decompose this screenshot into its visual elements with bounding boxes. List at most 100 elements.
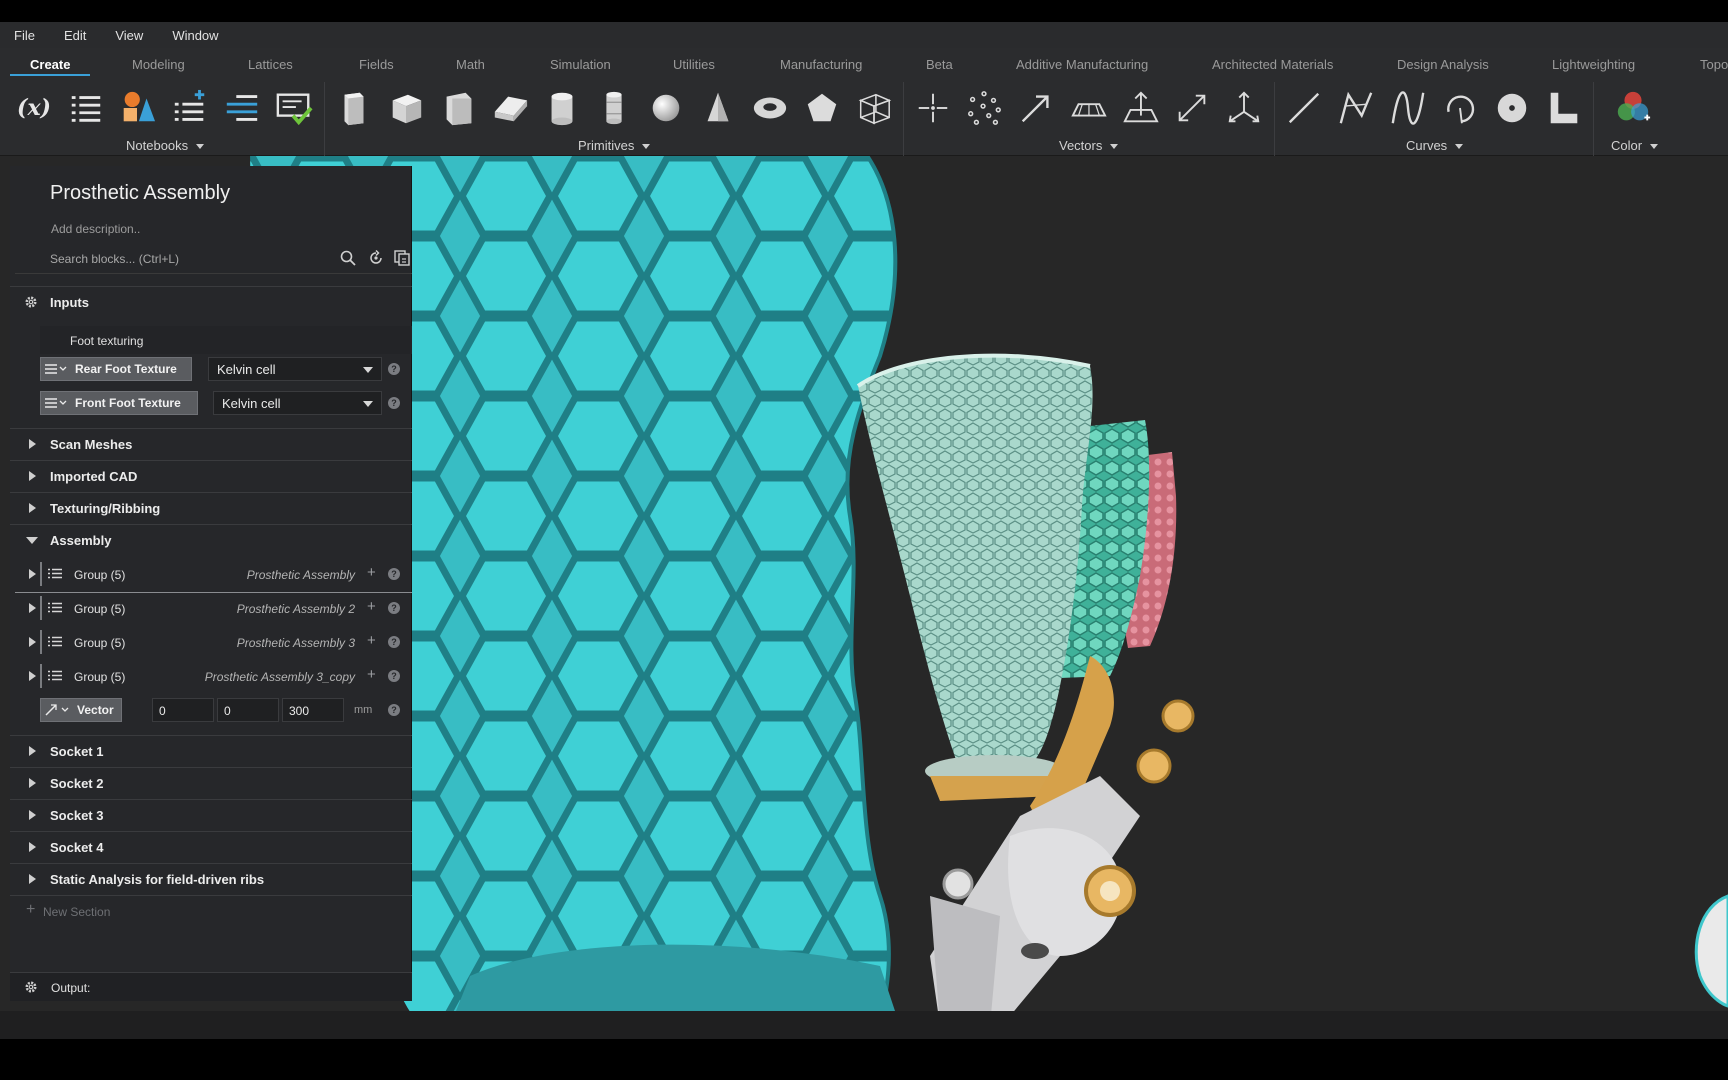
- tab-additive-manufacturing[interactable]: Additive Manufacturing: [1016, 57, 1148, 72]
- menu-window[interactable]: Window: [172, 28, 218, 43]
- wireframe-box-tool[interactable]: [854, 88, 894, 128]
- help-icon[interactable]: ?: [388, 363, 400, 375]
- insert-list-tool[interactable]: [222, 88, 262, 128]
- add-icon[interactable]: +: [367, 666, 376, 683]
- plane-normal-tool[interactable]: [1120, 88, 1160, 128]
- chevron-right-icon[interactable]: [29, 671, 36, 681]
- notebook-title[interactable]: Prosthetic Assembly: [50, 182, 230, 205]
- help-icon[interactable]: ?: [388, 602, 400, 614]
- tab-lightweighting[interactable]: Lightweighting: [1552, 57, 1635, 72]
- box-tall-tool[interactable]: [334, 88, 374, 128]
- tab-fields[interactable]: Fields: [359, 57, 394, 72]
- curves-group-label[interactable]: Curves: [1406, 138, 1464, 153]
- assembly-group-row[interactable]: Group (5) Prosthetic Assembly 3 + ?: [10, 626, 412, 658]
- frame-tool[interactable]: [1224, 88, 1264, 128]
- tab-simulation[interactable]: Simulation: [550, 57, 611, 72]
- menu-edit[interactable]: Edit: [64, 28, 86, 43]
- refresh-icon[interactable]: [368, 250, 384, 266]
- circle-tool[interactable]: [1492, 88, 1532, 128]
- assembly-group-row[interactable]: Group (5) Prosthetic Assembly + ?: [10, 558, 412, 590]
- rear-foot-texture-chip[interactable]: Rear Foot Texture: [40, 357, 192, 381]
- add-icon[interactable]: +: [367, 598, 376, 615]
- chevron-right-icon[interactable]: [29, 569, 36, 579]
- tab-manufacturing[interactable]: Manufacturing: [780, 57, 862, 72]
- copy-icon[interactable]: [394, 250, 410, 266]
- list-tool[interactable]: [66, 88, 106, 128]
- search-input[interactable]: Search blocks... (Ctrl+L): [50, 252, 179, 266]
- variable-tool[interactable]: (x): [14, 88, 54, 128]
- notebook-description[interactable]: Add description..: [51, 222, 140, 236]
- add-icon[interactable]: +: [367, 564, 376, 581]
- vector-x-input[interactable]: 0: [152, 698, 214, 722]
- tab-math[interactable]: Math: [456, 57, 485, 72]
- chevron-right-icon[interactable]: [29, 637, 36, 647]
- point-tool[interactable]: [913, 88, 953, 128]
- shapes-tool[interactable]: [117, 88, 157, 128]
- tab-beta[interactable]: Beta: [926, 57, 953, 72]
- tab-create[interactable]: Create: [30, 57, 70, 72]
- gear-icon[interactable]: [24, 980, 38, 994]
- polyline-tool[interactable]: [1336, 88, 1376, 128]
- arc-tool[interactable]: [1440, 88, 1480, 128]
- plane-tool[interactable]: [1068, 88, 1108, 128]
- slab-tool[interactable]: [490, 88, 530, 128]
- help-icon[interactable]: ?: [388, 704, 400, 716]
- vector-y-input[interactable]: 0: [217, 698, 279, 722]
- color-tool[interactable]: [1613, 88, 1653, 128]
- section-static-analysis[interactable]: Static Analysis for field-driven ribs: [10, 863, 412, 893]
- line-tool[interactable]: [1284, 88, 1324, 128]
- line-segment-tool[interactable]: [1172, 88, 1212, 128]
- new-section-button[interactable]: + New Section: [10, 895, 412, 927]
- torus-tool[interactable]: [750, 88, 790, 128]
- section-socket-2[interactable]: Socket 2: [10, 767, 412, 797]
- help-icon[interactable]: ?: [388, 568, 400, 580]
- rear-foot-texture-select[interactable]: Kelvin cell: [208, 357, 382, 381]
- section-imported-cad[interactable]: Imported CAD: [10, 460, 412, 490]
- vectors-group-label[interactable]: Vectors: [1059, 138, 1119, 153]
- chevron-right-icon[interactable]: [29, 603, 36, 613]
- section-socket-1[interactable]: Socket 1: [10, 735, 412, 765]
- search-icon[interactable]: [340, 250, 356, 266]
- capped-cylinder-tool[interactable]: [594, 88, 634, 128]
- notebooks-group-label[interactable]: Notebooks: [126, 138, 205, 153]
- sphere-tool[interactable]: [646, 88, 686, 128]
- cylinder-tool[interactable]: [542, 88, 582, 128]
- prism-tool[interactable]: [438, 88, 478, 128]
- section-inputs[interactable]: Inputs: [10, 286, 412, 316]
- tab-design-analysis[interactable]: Design Analysis: [1397, 57, 1489, 72]
- vector-tool[interactable]: [1016, 88, 1056, 128]
- section-socket-4[interactable]: Socket 4: [10, 831, 412, 861]
- front-foot-texture-chip[interactable]: Front Foot Texture: [40, 391, 198, 415]
- section-texturing-ribbing[interactable]: Texturing/Ribbing: [10, 492, 412, 522]
- help-icon[interactable]: ?: [388, 636, 400, 648]
- tab-lattices[interactable]: Lattices: [248, 57, 293, 72]
- point-cloud-tool[interactable]: [964, 88, 1004, 128]
- vector-chip[interactable]: Vector: [40, 698, 122, 722]
- tab-modeling[interactable]: Modeling: [132, 57, 185, 72]
- vector-z-input[interactable]: 300: [282, 698, 344, 722]
- notebook-check-tool[interactable]: [274, 88, 314, 128]
- section-assembly[interactable]: Assembly: [10, 524, 412, 554]
- help-icon[interactable]: ?: [388, 397, 400, 409]
- profile-tool[interactable]: [1544, 88, 1584, 128]
- assembly-group-row[interactable]: Group (5) Prosthetic Assembly 2 + ?: [10, 592, 412, 624]
- pentagon-tool[interactable]: [802, 88, 842, 128]
- primitives-group-label[interactable]: Primitives: [578, 138, 651, 153]
- front-foot-texture-select[interactable]: Kelvin cell: [213, 391, 382, 415]
- tab-topo[interactable]: Topo: [1700, 57, 1728, 72]
- tab-utilities[interactable]: Utilities: [673, 57, 715, 72]
- color-group-label[interactable]: Color: [1611, 138, 1659, 153]
- add-list-tool[interactable]: [170, 88, 210, 128]
- menu-file[interactable]: File: [14, 28, 35, 43]
- help-icon[interactable]: ?: [388, 670, 400, 682]
- tab-architected-materials[interactable]: Architected Materials: [1212, 57, 1333, 72]
- section-scan-meshes[interactable]: Scan Meshes: [10, 428, 412, 458]
- add-icon[interactable]: +: [367, 632, 376, 649]
- cone-tool[interactable]: [698, 88, 738, 128]
- assembly-group-row[interactable]: Group (5) Prosthetic Assembly 3_copy + ?: [10, 660, 412, 692]
- app-window: File Edit View Window Create Modeling La…: [0, 0, 1728, 1080]
- menu-view[interactable]: View: [115, 28, 143, 43]
- section-socket-3[interactable]: Socket 3: [10, 799, 412, 829]
- box-tool[interactable]: [386, 88, 426, 128]
- spline-tool[interactable]: [1388, 88, 1428, 128]
